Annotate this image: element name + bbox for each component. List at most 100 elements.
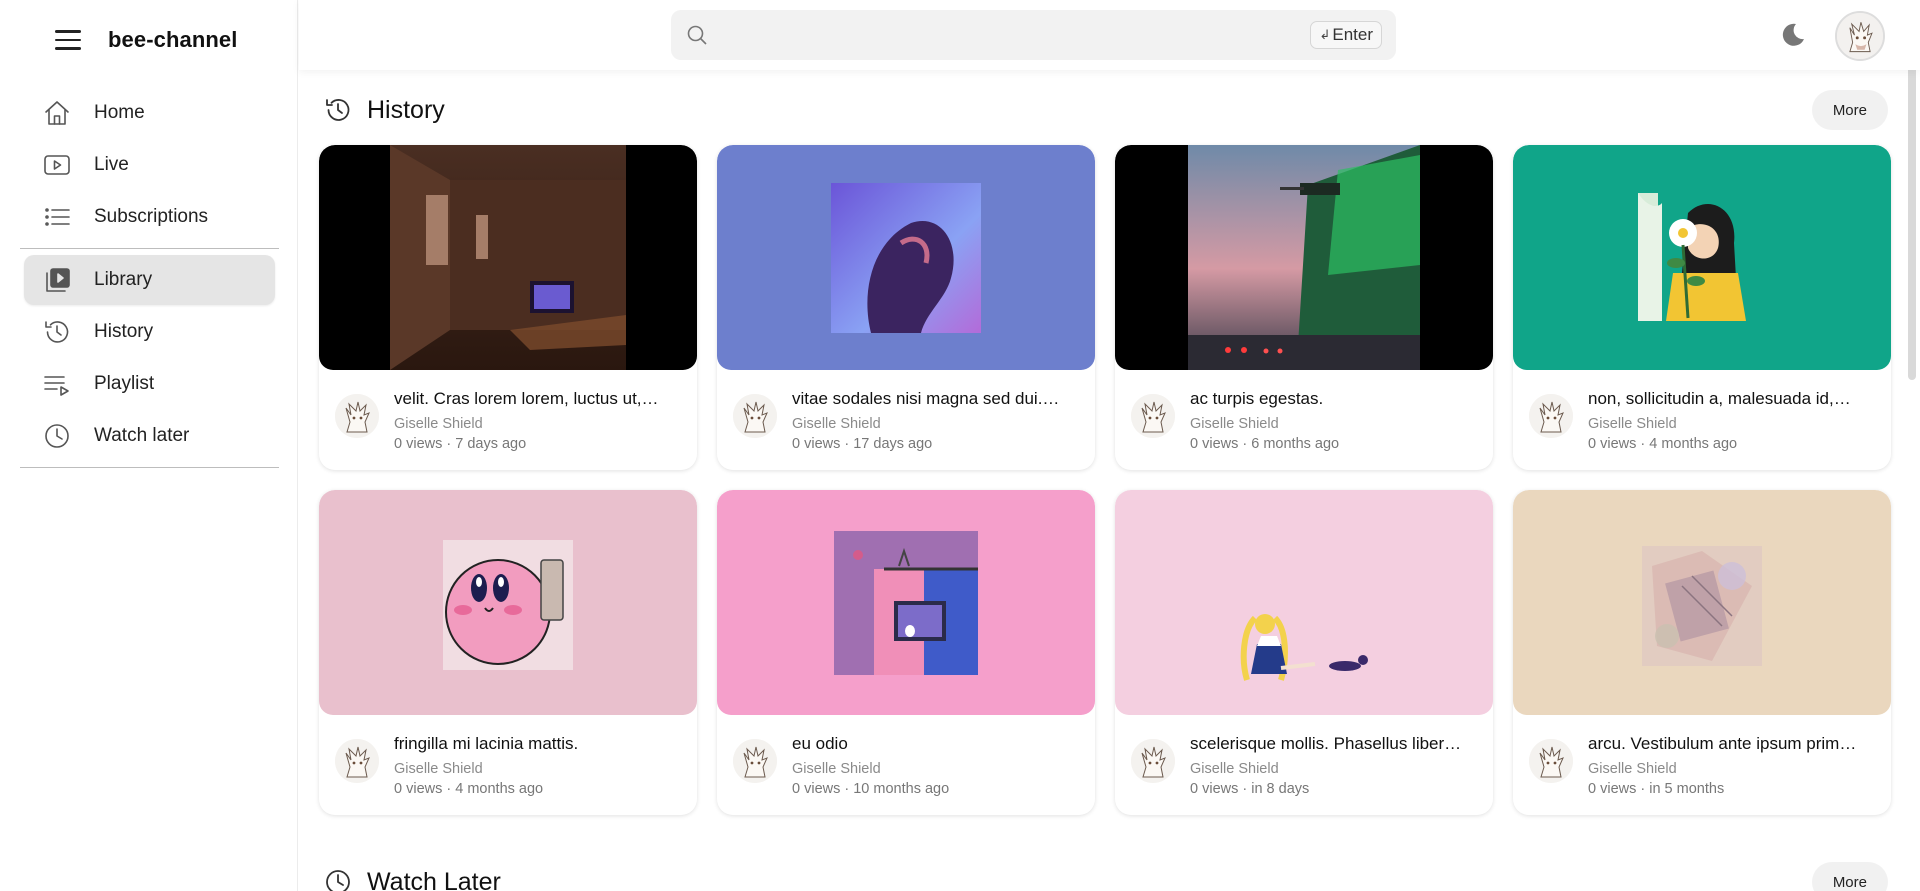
section-title: Watch Later: [367, 867, 501, 891]
history-icon: [323, 95, 353, 125]
video-meta: ac turpis egestas. Giselle Shield 0 view…: [1115, 370, 1493, 470]
sidebar-item-label: Playlist: [94, 373, 155, 394]
watch-later-more-button[interactable]: More: [1811, 862, 1888, 891]
video-thumbnail[interactable]: [717, 490, 1095, 715]
channel-avatar[interactable]: [1131, 394, 1175, 438]
video-card[interactable]: vitae sodales nisi magna sed dui.… Gisel…: [717, 145, 1095, 470]
search-bar: ↲ Enter: [671, 10, 1396, 60]
thumbnail-image: [1188, 145, 1420, 370]
channel-name[interactable]: Giselle Shield: [1190, 761, 1279, 777]
history-icon: [42, 317, 72, 347]
video-meta: fringilla mi lacinia mattis. Giselle Shi…: [319, 715, 697, 815]
history-more-button[interactable]: More: [1811, 90, 1888, 130]
channel-avatar[interactable]: [733, 739, 777, 783]
channel-name[interactable]: Giselle Shield: [394, 761, 483, 777]
nav-divider: [20, 248, 279, 249]
video-stats: 0 views · 6 months ago: [1190, 436, 1340, 452]
clock-icon: [42, 421, 72, 451]
video-stats: 0 views · 4 months ago: [394, 781, 544, 797]
sidebar-item-history[interactable]: History: [24, 307, 275, 357]
video-card[interactable]: scelerisque mollis. Phasellus liber… Gis…: [1115, 490, 1493, 815]
watch-later-section-header: Watch Later More: [323, 862, 1888, 891]
sidebar-item-label: Home: [94, 102, 145, 123]
video-title[interactable]: vitae sodales nisi magna sed dui.…: [792, 389, 1082, 409]
video-thumbnail[interactable]: [319, 145, 697, 370]
video-card[interactable]: velit. Cras lorem lorem, luctus ut,… Gis…: [319, 145, 697, 470]
video-title[interactable]: fringilla mi lacinia mattis.: [394, 734, 684, 754]
channel-name[interactable]: Giselle Shield: [1588, 416, 1677, 432]
search-input[interactable]: [723, 18, 1243, 52]
sidebar-item-label: Live: [94, 154, 129, 175]
video-card[interactable]: eu odio Giselle Shield 0 views · 10 mont…: [717, 490, 1095, 815]
sidebar-item-live[interactable]: Live: [24, 140, 275, 190]
clock-icon: [323, 867, 353, 891]
channel-avatar[interactable]: [733, 394, 777, 438]
video-meta: arcu. Vestibulum ante ipsum prim… Gisell…: [1513, 715, 1891, 815]
video-stats: 0 views · in 5 months: [1588, 781, 1725, 797]
sidebar-item-subscriptions[interactable]: Subscriptions: [24, 192, 275, 242]
channel-avatar[interactable]: [1131, 739, 1175, 783]
video-stats: 0 views · 7 days ago: [394, 436, 527, 452]
channel-avatar[interactable]: [335, 394, 379, 438]
video-title[interactable]: ac turpis egestas.: [1190, 389, 1480, 409]
section-title: History: [367, 95, 445, 124]
playlist-icon: [42, 369, 72, 399]
dark-mode-toggle-icon[interactable]: [1779, 21, 1807, 49]
video-thumbnail[interactable]: [1513, 490, 1891, 715]
video-meta: non, sollicitudin a, malesuada id,… Gise…: [1513, 370, 1891, 470]
video-stats: 0 views · in 8 days: [1190, 781, 1310, 797]
thumbnail-image: [1638, 193, 1746, 321]
video-meta: vitae sodales nisi magna sed dui.… Gisel…: [717, 370, 1095, 470]
sidebar: bee-channel Home Live Subscriptions Libr…: [0, 0, 298, 891]
video-thumbnail[interactable]: [319, 490, 697, 715]
video-card[interactable]: ac turpis egestas. Giselle Shield 0 view…: [1115, 145, 1493, 470]
video-title[interactable]: arcu. Vestibulum ante ipsum prim…: [1588, 734, 1878, 754]
channel-name[interactable]: Giselle Shield: [1588, 761, 1677, 777]
video-stats: 0 views · 17 days ago: [792, 436, 933, 452]
channel-name[interactable]: Giselle Shield: [394, 416, 483, 432]
main-content: History More velit. Cras lorem lorem, lu…: [299, 70, 1908, 891]
sidebar-item-label: History: [94, 321, 154, 342]
video-card[interactable]: non, sollicitudin a, malesuada id,… Gise…: [1513, 145, 1891, 470]
live-icon: [42, 150, 72, 180]
video-title[interactable]: eu odio: [792, 734, 1082, 754]
nav-divider: [20, 467, 279, 468]
channel-avatar[interactable]: [335, 739, 379, 783]
top-bar: ↲ Enter: [299, 0, 1920, 70]
channel-name[interactable]: Giselle Shield: [792, 416, 881, 432]
brand-name[interactable]: bee-channel: [108, 27, 237, 53]
video-title[interactable]: non, sollicitudin a, malesuada id,…: [1588, 389, 1878, 409]
user-avatar[interactable]: [1835, 11, 1885, 61]
video-thumbnail[interactable]: [1115, 490, 1493, 715]
enter-key-hint[interactable]: ↲ Enter: [1310, 21, 1382, 49]
subscriptions-icon: [42, 202, 72, 232]
sidebar-item-home[interactable]: Home: [24, 88, 275, 138]
thumbnail-image: [1642, 546, 1762, 666]
menu-icon[interactable]: [52, 24, 84, 56]
video-stats: 0 views · 10 months ago: [792, 781, 950, 797]
channel-name[interactable]: Giselle Shield: [1190, 416, 1279, 432]
channel-avatar[interactable]: [1529, 394, 1573, 438]
thumbnail-image: [834, 531, 978, 675]
sidebar-item-library[interactable]: Library: [24, 255, 275, 305]
thumbnail-image: [443, 540, 573, 670]
video-card[interactable]: fringilla mi lacinia mattis. Giselle Shi…: [319, 490, 697, 815]
channel-avatar[interactable]: [1529, 739, 1573, 783]
sidebar-item-label: Subscriptions: [94, 206, 209, 227]
channel-name[interactable]: Giselle Shield: [792, 761, 881, 777]
history-section-header: History More: [323, 90, 1888, 130]
sidebar-nav: Home Live Subscriptions Library History …: [20, 86, 279, 474]
video-thumbnail[interactable]: [717, 145, 1095, 370]
video-title[interactable]: velit. Cras lorem lorem, luctus ut,…: [394, 389, 684, 409]
video-thumbnail[interactable]: [1115, 145, 1493, 370]
search-icon: [685, 23, 709, 47]
video-stats: 0 views · 4 months ago: [1588, 436, 1738, 452]
sidebar-item-label: Watch later: [94, 425, 190, 446]
video-thumbnail[interactable]: [1513, 145, 1891, 370]
sidebar-item-playlist[interactable]: Playlist: [24, 359, 275, 409]
page-scrollbar[interactable]: [1908, 60, 1916, 380]
video-meta: velit. Cras lorem lorem, luctus ut,… Gis…: [319, 370, 697, 470]
sidebar-item-watch-later[interactable]: Watch later: [24, 411, 275, 461]
video-card[interactable]: arcu. Vestibulum ante ipsum prim… Gisell…: [1513, 490, 1891, 815]
video-title[interactable]: scelerisque mollis. Phasellus liber…: [1190, 734, 1480, 754]
